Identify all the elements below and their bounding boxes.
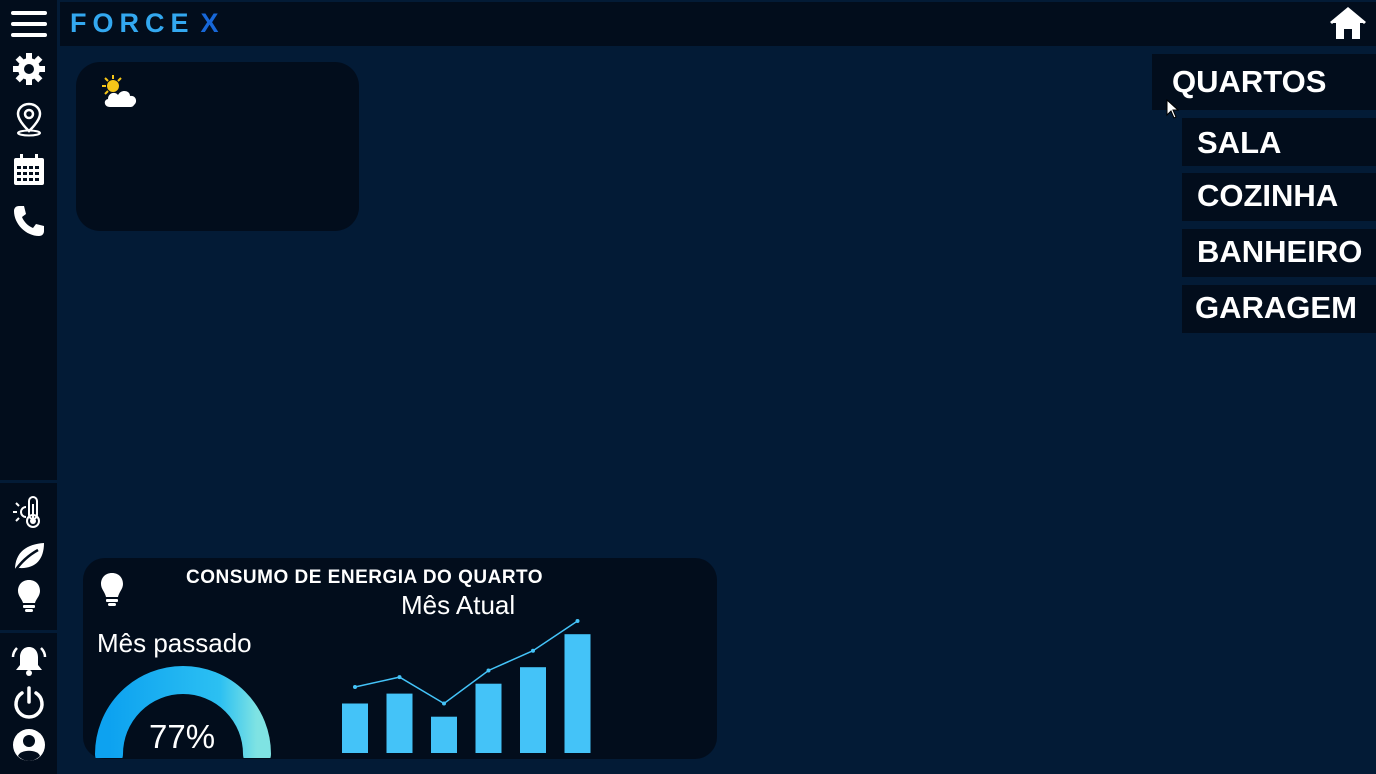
gauge-value: 77% bbox=[149, 718, 216, 755]
chart-bar bbox=[386, 693, 413, 753]
weather-card bbox=[76, 62, 359, 231]
room-item-garagem[interactable]: GARAGEM bbox=[1182, 285, 1376, 333]
top-bar: FORCE X bbox=[60, 2, 1376, 46]
chart-point bbox=[442, 701, 446, 706]
chart-point bbox=[531, 648, 535, 653]
app-logo: FORCE X bbox=[70, 8, 225, 39]
brand-suffix: X bbox=[200, 8, 225, 38]
leaf-icon[interactable] bbox=[9, 536, 49, 576]
phone-icon[interactable] bbox=[9, 201, 49, 241]
location-pin-icon[interactable] bbox=[9, 99, 49, 139]
lightbulb-icon bbox=[99, 572, 125, 608]
alarm-bell-icon[interactable] bbox=[9, 640, 49, 680]
chart-bar bbox=[431, 716, 457, 753]
room-item-quartos[interactable]: QUARTOS bbox=[1152, 54, 1376, 110]
brand-name: FORCE bbox=[70, 8, 195, 38]
thermometer-icon[interactable] bbox=[9, 492, 49, 532]
menu-icon[interactable] bbox=[9, 4, 49, 44]
chart-point bbox=[486, 668, 491, 673]
home-icon[interactable] bbox=[1330, 6, 1366, 42]
chart-bar bbox=[475, 683, 502, 753]
chart-point bbox=[397, 675, 402, 680]
room-item-banheiro[interactable]: BANHEIRO bbox=[1182, 229, 1376, 277]
chart-bar bbox=[520, 667, 546, 753]
gear-icon[interactable] bbox=[9, 49, 49, 89]
sidebar bbox=[0, 0, 57, 774]
partly-cloudy-icon bbox=[98, 74, 142, 112]
past-month-label: Mês passado bbox=[97, 628, 252, 658]
user-icon[interactable] bbox=[9, 725, 49, 765]
calendar-icon[interactable] bbox=[9, 150, 49, 190]
chart-point bbox=[575, 619, 580, 623]
room-item-sala[interactable]: SALA bbox=[1182, 118, 1376, 166]
mouse-cursor-icon bbox=[1166, 98, 1182, 121]
room-item-cozinha[interactable]: COZINHA bbox=[1182, 173, 1376, 221]
lightbulb-icon[interactable] bbox=[9, 576, 49, 616]
energy-consumption-card: CONSUMO DE ENERGIA DO QUARTO Mês Atual M… bbox=[83, 558, 717, 759]
power-icon[interactable] bbox=[9, 683, 49, 723]
chart-bar bbox=[342, 703, 368, 753]
energy-bar-chart bbox=[342, 619, 591, 753]
energy-title: CONSUMO DE ENERGIA DO QUARTO bbox=[186, 567, 544, 588]
chart-point bbox=[353, 685, 357, 689]
chart-bar bbox=[564, 634, 591, 753]
